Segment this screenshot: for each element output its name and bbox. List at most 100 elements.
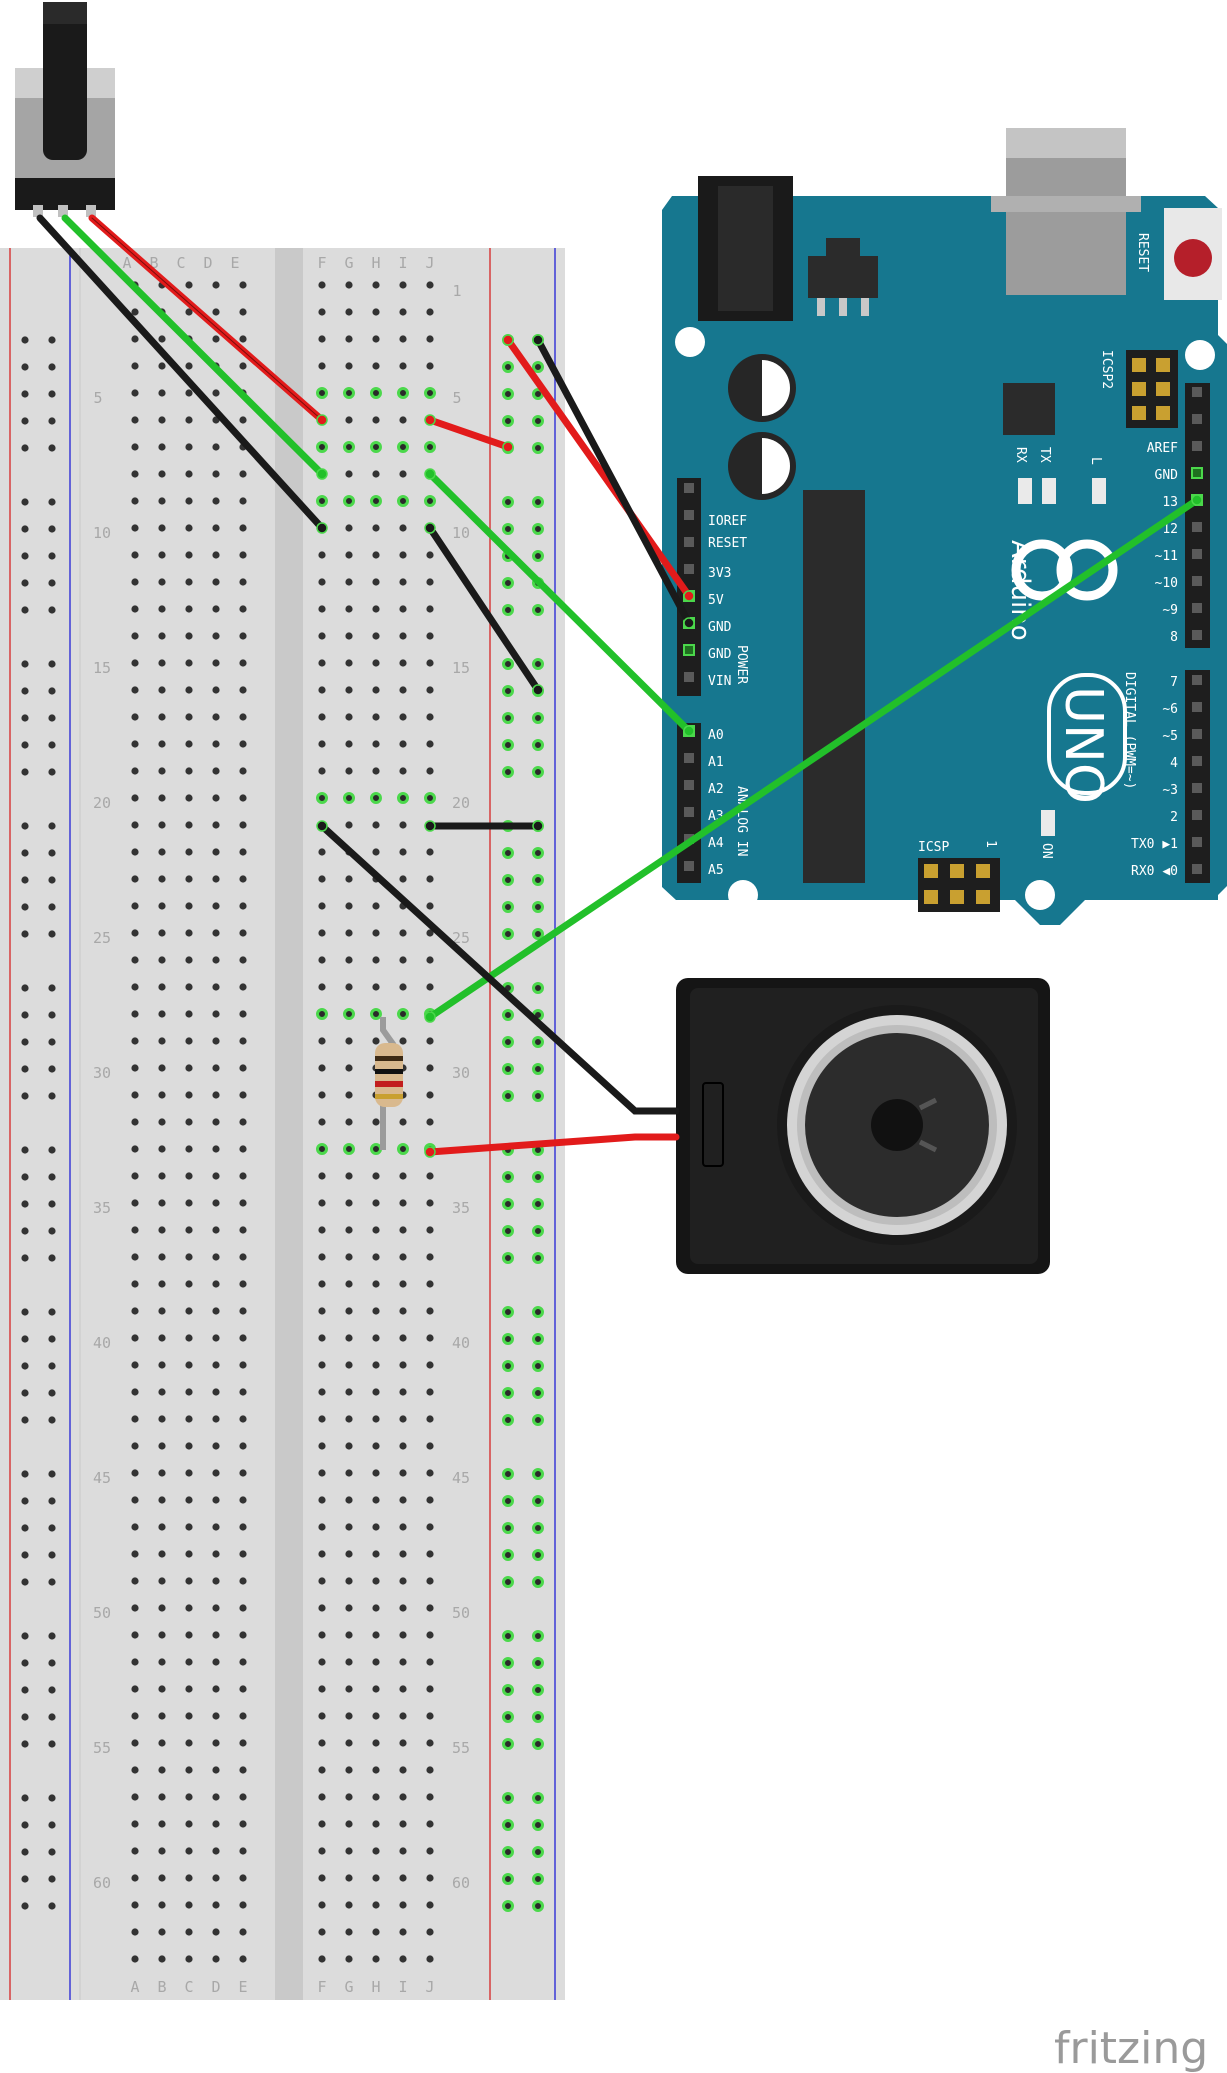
breadboard-hole[interactable]: [239, 983, 247, 991]
breadboard-hole[interactable]: [185, 1496, 193, 1504]
breadboard-hole[interactable]: [318, 1766, 326, 1774]
breadboard-hole[interactable]: [345, 1334, 353, 1342]
breadboard-hole[interactable]: [239, 1010, 247, 1018]
breadboard-hole[interactable]: [48, 930, 56, 938]
breadboard-hole[interactable]: [318, 740, 326, 748]
breadboard-hole[interactable]: [502, 1630, 514, 1642]
breadboard-hole[interactable]: [21, 1902, 29, 1910]
breadboard-hole[interactable]: [399, 767, 407, 775]
breadboard-hole[interactable]: [372, 1037, 380, 1045]
breadboard-hole[interactable]: [21, 1416, 29, 1424]
breadboard-hole[interactable]: [185, 1793, 193, 1801]
breadboard-hole[interactable]: [21, 849, 29, 857]
breadboard-hole[interactable]: [21, 1578, 29, 1586]
breadboard-hole[interactable]: [345, 1307, 353, 1315]
breadboard-hole[interactable]: [131, 1631, 139, 1639]
breadboard-hole[interactable]: [239, 1496, 247, 1504]
breadboard-hole[interactable]: [502, 1306, 514, 1318]
breadboard-hole[interactable]: [212, 308, 220, 316]
breadboard-hole[interactable]: [426, 1685, 434, 1693]
breadboard-hole[interactable]: [212, 767, 220, 775]
breadboard-hole[interactable]: [399, 1388, 407, 1396]
breadboard-hole[interactable]: [532, 1306, 544, 1318]
breadboard-hole[interactable]: [426, 1226, 434, 1234]
breadboard-hole[interactable]: [502, 1684, 514, 1696]
breadboard-hole[interactable]: [212, 1010, 220, 1018]
breadboard-hole[interactable]: [532, 847, 544, 859]
breadboard-hole[interactable]: [426, 1901, 434, 1909]
breadboard-hole[interactable]: [372, 1280, 380, 1288]
breadboard-hole[interactable]: [48, 1065, 56, 1073]
breadboard-hole[interactable]: [502, 1468, 514, 1480]
breadboard-hole[interactable]: [212, 686, 220, 694]
breadboard-hole[interactable]: [345, 551, 353, 559]
breadboard-hole[interactable]: [318, 1820, 326, 1828]
header-pin[interactable]: [684, 564, 694, 574]
breadboard-hole[interactable]: [372, 1901, 380, 1909]
breadboard-hole[interactable]: [212, 821, 220, 829]
breadboard-hole[interactable]: [426, 1496, 434, 1504]
breadboard-hole[interactable]: [532, 739, 544, 751]
breadboard-hole[interactable]: [185, 794, 193, 802]
breadboard-hole[interactable]: [426, 1064, 434, 1072]
breadboard-hole[interactable]: [318, 1361, 326, 1369]
breadboard-hole[interactable]: [399, 1334, 407, 1342]
breadboard-hole[interactable]: [185, 470, 193, 478]
breadboard-hole[interactable]: [399, 1874, 407, 1882]
breadboard-hole[interactable]: [158, 551, 166, 559]
breadboard-hole[interactable]: [131, 1442, 139, 1450]
breadboard-hole[interactable]: [21, 1875, 29, 1883]
breadboard-hole[interactable]: [212, 929, 220, 937]
breadboard-hole[interactable]: [158, 1064, 166, 1072]
breadboard-hole[interactable]: [370, 792, 382, 804]
potentiometer-knob[interactable]: [43, 10, 87, 160]
breadboard-hole[interactable]: [399, 1928, 407, 1936]
breadboard-hole[interactable]: [399, 821, 407, 829]
breadboard-hole[interactable]: [158, 1442, 166, 1450]
breadboard-hole[interactable]: [372, 308, 380, 316]
breadboard-hole[interactable]: [48, 1335, 56, 1343]
breadboard-hole[interactable]: [185, 659, 193, 667]
breadboard-hole[interactable]: [399, 740, 407, 748]
breadboard-hole[interactable]: [318, 1874, 326, 1882]
breadboard-hole[interactable]: [131, 1901, 139, 1909]
header-pin[interactable]: [1192, 783, 1202, 793]
breadboard-hole[interactable]: [185, 524, 193, 532]
breadboard-hole[interactable]: [345, 416, 353, 424]
breadboard-hole[interactable]: [372, 1172, 380, 1180]
wire-end[interactable]: [424, 820, 436, 832]
breadboard-hole[interactable]: [318, 659, 326, 667]
breadboard-hole[interactable]: [21, 1686, 29, 1694]
breadboard-hole[interactable]: [158, 1739, 166, 1747]
breadboard-hole[interactable]: [158, 740, 166, 748]
breadboard-hole[interactable]: [185, 1388, 193, 1396]
breadboard-hole[interactable]: [399, 362, 407, 370]
breadboard-hole[interactable]: [158, 632, 166, 640]
breadboard-hole[interactable]: [131, 1739, 139, 1747]
breadboard-hole[interactable]: [399, 1172, 407, 1180]
breadboard-hole[interactable]: [21, 984, 29, 992]
breadboard-hole[interactable]: [345, 1523, 353, 1531]
breadboard-hole[interactable]: [131, 956, 139, 964]
breadboard-hole[interactable]: [48, 1254, 56, 1262]
breadboard-hole[interactable]: [345, 470, 353, 478]
breadboard-hole[interactable]: [397, 1143, 409, 1155]
breadboard-hole[interactable]: [131, 1037, 139, 1045]
breadboard-hole[interactable]: [345, 1793, 353, 1801]
breadboard-hole[interactable]: [345, 767, 353, 775]
breadboard-hole[interactable]: [345, 1388, 353, 1396]
breadboard-hole[interactable]: [48, 444, 56, 452]
breadboard-hole[interactable]: [426, 1199, 434, 1207]
breadboard-hole[interactable]: [399, 1658, 407, 1666]
breadboard-hole[interactable]: [158, 1280, 166, 1288]
breadboard-hole[interactable]: [158, 767, 166, 775]
breadboard-hole[interactable]: [502, 388, 514, 400]
breadboard-hole[interactable]: [318, 713, 326, 721]
breadboard-hole[interactable]: [426, 632, 434, 640]
breadboard-hole[interactable]: [370, 441, 382, 453]
breadboard-hole[interactable]: [158, 497, 166, 505]
breadboard-hole[interactable]: [131, 1415, 139, 1423]
breadboard-hole[interactable]: [318, 956, 326, 964]
breadboard-hole[interactable]: [318, 1388, 326, 1396]
breadboard-hole[interactable]: [239, 416, 247, 424]
